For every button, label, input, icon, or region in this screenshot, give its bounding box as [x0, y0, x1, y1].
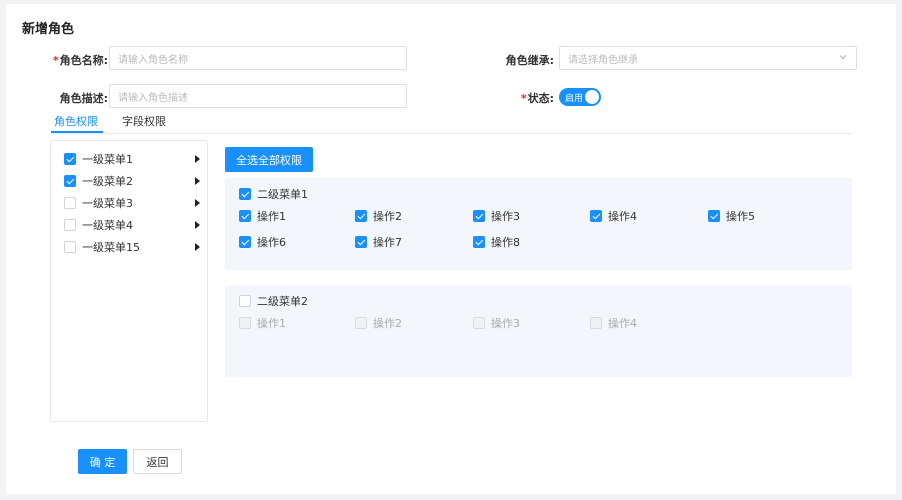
group-1-checkbox[interactable]	[239, 188, 251, 200]
group-2-op-3-label: 操作3	[491, 317, 520, 330]
group-1-title: 二级菜单1	[257, 188, 308, 201]
group-1-op-8[interactable]: 操作8	[473, 234, 520, 250]
menu-item-2-label: 一级菜单2	[82, 175, 133, 188]
required-mark: *	[52, 54, 59, 67]
role-desc-label: 角色描述:	[59, 92, 108, 105]
caret-right-icon[interactable]	[195, 221, 200, 229]
group-1-op-1[interactable]: 操作1	[239, 208, 286, 224]
menu-item-4-checkbox[interactable]	[64, 219, 76, 231]
group-1-op-8-checkbox[interactable]	[473, 236, 485, 248]
group-2-op-4: 操作4	[590, 315, 637, 331]
status-switch[interactable]: 启用	[559, 88, 601, 106]
role-desc-input[interactable]: 请输入角色描述	[109, 84, 407, 108]
menu-item-5[interactable]: 一级菜单15	[64, 236, 200, 258]
group-1-op-3-label: 操作3	[491, 210, 520, 223]
menu-item-5-label: 一级菜单15	[82, 241, 140, 254]
role-inherit-label: 角色继承:	[505, 54, 554, 67]
group-2-op-4-label: 操作4	[608, 317, 637, 330]
menu-item-3-label: 一级菜单3	[82, 197, 133, 210]
group-1-op-6-checkbox[interactable]	[239, 236, 251, 248]
caret-right-icon[interactable]	[195, 155, 200, 163]
tab-role-permission[interactable]: 角色权限	[54, 113, 98, 129]
chevron-down-icon	[838, 52, 848, 65]
group-1-op-5[interactable]: 操作5	[708, 208, 755, 224]
menu-item-1-checkbox[interactable]	[64, 153, 76, 165]
tab-field-permission[interactable]: 字段权限	[122, 113, 166, 129]
group-1-op-1-checkbox[interactable]	[239, 210, 251, 222]
menu-tree-panel: 一级菜单1 一级菜单2 一级菜单3 一级菜单4 一级菜单15	[50, 140, 208, 422]
role-desc-placeholder: 请输入角色描述	[118, 92, 188, 104]
group-1-op-7[interactable]: 操作7	[355, 234, 402, 250]
group-1-op-1-label: 操作1	[257, 210, 286, 223]
add-role-card: 新增角色 *角色名称: 请输入角色名称 角色继承: 请选择角色继承 角色描述: …	[6, 4, 896, 494]
group-1-op-7-label: 操作7	[373, 236, 402, 249]
required-mark: *	[520, 92, 527, 105]
menu-item-5-checkbox[interactable]	[64, 241, 76, 253]
permission-group-1: 二级菜单1 操作1 操作2 操作3 操作4 操作5 操作6 操作7 操作8	[225, 178, 852, 270]
group-1-op-2-label: 操作2	[373, 210, 402, 223]
caret-right-icon[interactable]	[195, 199, 200, 207]
status-label-text: 状态:	[527, 92, 554, 105]
group-1-op-5-checkbox[interactable]	[708, 210, 720, 222]
group-1-op-3-checkbox[interactable]	[473, 210, 485, 222]
group-2-title: 二级菜单2	[257, 295, 308, 308]
group-2-op-1-checkbox	[239, 317, 251, 329]
group-1-op-4-label: 操作4	[608, 210, 637, 223]
tabs-divider	[51, 133, 851, 134]
role-name-label-text: 角色名称:	[59, 54, 108, 67]
menu-item-4-label: 一级菜单4	[82, 219, 133, 232]
confirm-button[interactable]: 确 定	[78, 449, 127, 474]
group-2-op-3: 操作3	[473, 315, 520, 331]
page-title: 新增角色	[22, 22, 75, 37]
group-2-op-4-checkbox	[590, 317, 602, 329]
status-label: *状态:	[502, 90, 554, 106]
role-inherit-select[interactable]: 请选择角色继承	[559, 46, 857, 70]
menu-item-3[interactable]: 一级菜单3	[64, 192, 200, 214]
role-name-input[interactable]: 请输入角色名称	[109, 46, 407, 70]
switch-knob	[585, 90, 599, 104]
role-name-placeholder: 请输入角色名称	[118, 54, 188, 66]
group-1-op-2-checkbox[interactable]	[355, 210, 367, 222]
menu-item-1[interactable]: 一级菜单1	[64, 148, 200, 170]
group-1-header[interactable]: 二级菜单1	[239, 186, 308, 202]
group-2-op-1-label: 操作1	[257, 317, 286, 330]
group-2-op-1: 操作1	[239, 315, 286, 331]
caret-right-icon[interactable]	[195, 243, 200, 251]
menu-item-4[interactable]: 一级菜单4	[64, 214, 200, 236]
group-1-op-6[interactable]: 操作6	[239, 234, 286, 250]
back-button[interactable]: 返回	[133, 449, 182, 474]
group-1-op-4-checkbox[interactable]	[590, 210, 602, 222]
group-1-op-8-label: 操作8	[491, 236, 520, 249]
menu-item-1-label: 一级菜单1	[82, 153, 133, 166]
caret-right-icon[interactable]	[195, 177, 200, 185]
switch-text: 启用	[565, 93, 584, 104]
group-1-op-7-checkbox[interactable]	[355, 236, 367, 248]
group-1-op-6-label: 操作6	[257, 236, 286, 249]
select-all-button[interactable]: 全选全部权限	[225, 147, 313, 172]
group-2-op-2-checkbox	[355, 317, 367, 329]
group-2-op-2-label: 操作2	[373, 317, 402, 330]
group-1-op-2[interactable]: 操作2	[355, 208, 402, 224]
group-2-checkbox[interactable]	[239, 295, 251, 307]
menu-item-2-checkbox[interactable]	[64, 175, 76, 187]
group-1-op-5-label: 操作5	[726, 210, 755, 223]
group-2-op-2: 操作2	[355, 315, 402, 331]
group-1-op-4[interactable]: 操作4	[590, 208, 637, 224]
permission-group-2: 二级菜单2 操作1 操作2 操作3 操作4	[225, 285, 852, 377]
menu-item-2[interactable]: 一级菜单2	[64, 170, 200, 192]
menu-item-3-checkbox[interactable]	[64, 197, 76, 209]
group-1-op-3[interactable]: 操作3	[473, 208, 520, 224]
role-name-label: *角色名称:	[46, 52, 108, 68]
group-2-header[interactable]: 二级菜单2	[239, 293, 308, 309]
role-inherit-placeholder: 请选择角色继承	[568, 54, 638, 66]
group-2-op-3-checkbox	[473, 317, 485, 329]
